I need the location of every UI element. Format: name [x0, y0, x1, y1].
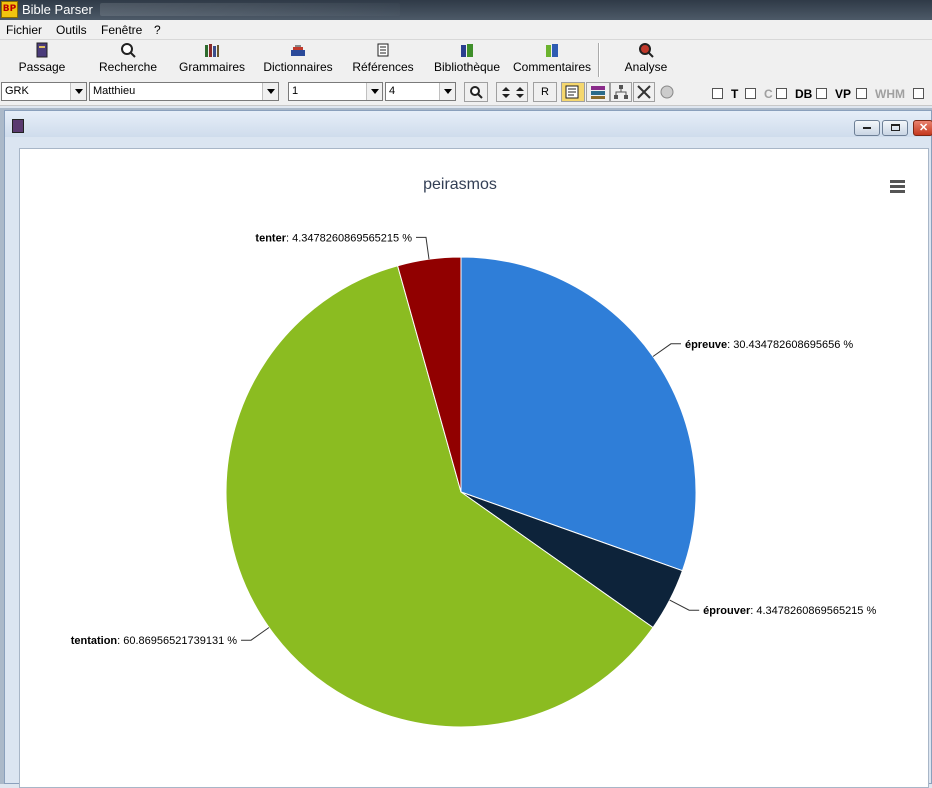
bibliotheque-button[interactable]: Bibliothèque [431, 42, 503, 78]
pie-chart: épreuve: 30.434782608695656 % éprouver: 4… [71, 232, 876, 728]
verse-value: 4 [389, 85, 396, 97]
close-button[interactable]: ✕ [913, 120, 932, 136]
option-c-label: C [764, 87, 773, 101]
book-select[interactable]: Matthieu [89, 82, 279, 101]
window-title: Bible Parser [22, 2, 93, 17]
book-icon [36, 42, 48, 58]
tree-icon [614, 85, 628, 99]
passage-label: Passage [18, 60, 66, 74]
recherche-button[interactable]: Recherche [96, 42, 160, 78]
menu-help[interactable]: ? [154, 23, 161, 37]
option-whm-label: WHM [875, 87, 905, 101]
leader-line-tentation [241, 627, 270, 641]
window-icon [12, 119, 24, 133]
menu-fenetre[interactable]: Fenêtre [101, 23, 142, 37]
dictionnaires-label: Dictionnaires [263, 60, 333, 74]
leader-line-eprouver [669, 599, 700, 611]
verse-select[interactable]: 4 [385, 82, 456, 101]
chevron-down-icon[interactable] [439, 83, 455, 100]
dictionary-icon [291, 45, 305, 56]
option-db-checkbox[interactable] [776, 88, 787, 99]
notes-icon [565, 85, 579, 99]
chapter-select[interactable]: 1 [288, 82, 383, 101]
title-bar-blur [100, 3, 400, 16]
notes-button[interactable] [561, 82, 585, 102]
audio-button[interactable] [656, 82, 678, 102]
data-label-epreuve: épreuve: 30.434782608695656 % [685, 339, 853, 351]
chevron-down-icon[interactable] [70, 83, 86, 100]
analyse-label: Analyse [624, 60, 668, 74]
passage-button[interactable]: Passage [12, 42, 72, 78]
references-button[interactable]: Références [350, 42, 416, 78]
search-passage-button[interactable] [464, 82, 488, 102]
commentaires-label: Commentaires [512, 60, 592, 74]
option-whm-checkbox[interactable] [856, 88, 867, 99]
restore-icon [891, 124, 900, 131]
analyse-button[interactable]: Analyse [620, 42, 672, 78]
analysis-icon [639, 43, 654, 58]
menu-outils[interactable]: Outils [56, 23, 87, 37]
magnifier-icon [470, 86, 483, 99]
speaker-icon [660, 85, 674, 99]
book-stack-icon [591, 86, 605, 99]
tree-button[interactable] [610, 82, 632, 102]
option-vp-label: VP [835, 87, 852, 101]
chapter-value: 1 [292, 85, 299, 97]
stepper-arrows-icon [502, 87, 524, 98]
recherche-label: Recherche [98, 60, 158, 74]
menu-bar: Fichier Outils Fenêtre ? [0, 20, 932, 40]
dictionnaires-button[interactable]: Dictionnaires [259, 42, 337, 78]
option-extra-checkbox[interactable] [913, 88, 924, 99]
restore-button[interactable] [882, 120, 908, 136]
option-t-checkbox[interactable] [712, 88, 723, 99]
title-bar: BP Bible Parser [0, 0, 932, 20]
chart-window-titlebar: ✕ [5, 111, 932, 137]
books-icon [205, 44, 219, 57]
option-c-checkbox[interactable] [745, 88, 756, 99]
app-icon: BP [1, 1, 18, 18]
mdi-workspace: ✕ peirasmos épreuve: 30.434782608695656 … [0, 108, 932, 788]
data-label-tenter: tenter: 4.3478260869565215 % [255, 232, 412, 244]
chart-panel: peirasmos épreuve: 30.434782608695656 % é… [19, 148, 929, 788]
verse-stepper[interactable] [496, 82, 528, 102]
chart-window: ✕ peirasmos épreuve: 30.434782608695656 … [4, 110, 932, 788]
chevron-down-icon[interactable] [366, 83, 382, 100]
close-icon: ✕ [919, 122, 929, 134]
minimize-icon [863, 127, 871, 129]
toolbar-separator [598, 43, 600, 77]
option-db-label: DB [795, 87, 813, 101]
magnifier-icon [121, 43, 136, 58]
commentary-icon [546, 44, 558, 57]
toolbar: Passage Recherche Grammaires Dictionnair… [0, 40, 932, 80]
chevron-down-icon[interactable] [262, 83, 278, 100]
r-button[interactable]: R [533, 82, 557, 102]
scroll-icon [377, 43, 389, 57]
grammaires-label: Grammaires [178, 60, 245, 74]
book-value: Matthieu [93, 85, 136, 97]
leader-line-tenter [416, 236, 430, 260]
leader-line-epreuve [652, 343, 681, 357]
option-vp-checkbox[interactable] [816, 88, 827, 99]
grammaires-button[interactable]: Grammaires [176, 42, 248, 78]
version-value: GRK [5, 85, 29, 97]
bibliotheque-label: Bibliothèque [433, 60, 501, 74]
library-icon [461, 44, 473, 57]
commentaires-button[interactable]: Commentaires [511, 42, 593, 78]
tools-icon [637, 85, 651, 99]
version-select[interactable]: GRK [1, 82, 87, 101]
menu-fichier[interactable]: Fichier [6, 23, 42, 37]
selector-bar: GRK Matthieu 1 4 R T C DB VP WHM [0, 80, 932, 106]
data-label-eprouver: éprouver: 4.3478260869565215 % [703, 605, 876, 617]
references-label: Références [352, 60, 414, 74]
library-stack-button[interactable] [586, 82, 610, 102]
tools-button[interactable] [633, 82, 655, 102]
option-t-label: T [731, 87, 739, 101]
data-label-tentation: tentation: 60.86956521739131 % [71, 635, 238, 647]
minimize-button[interactable] [854, 120, 880, 136]
